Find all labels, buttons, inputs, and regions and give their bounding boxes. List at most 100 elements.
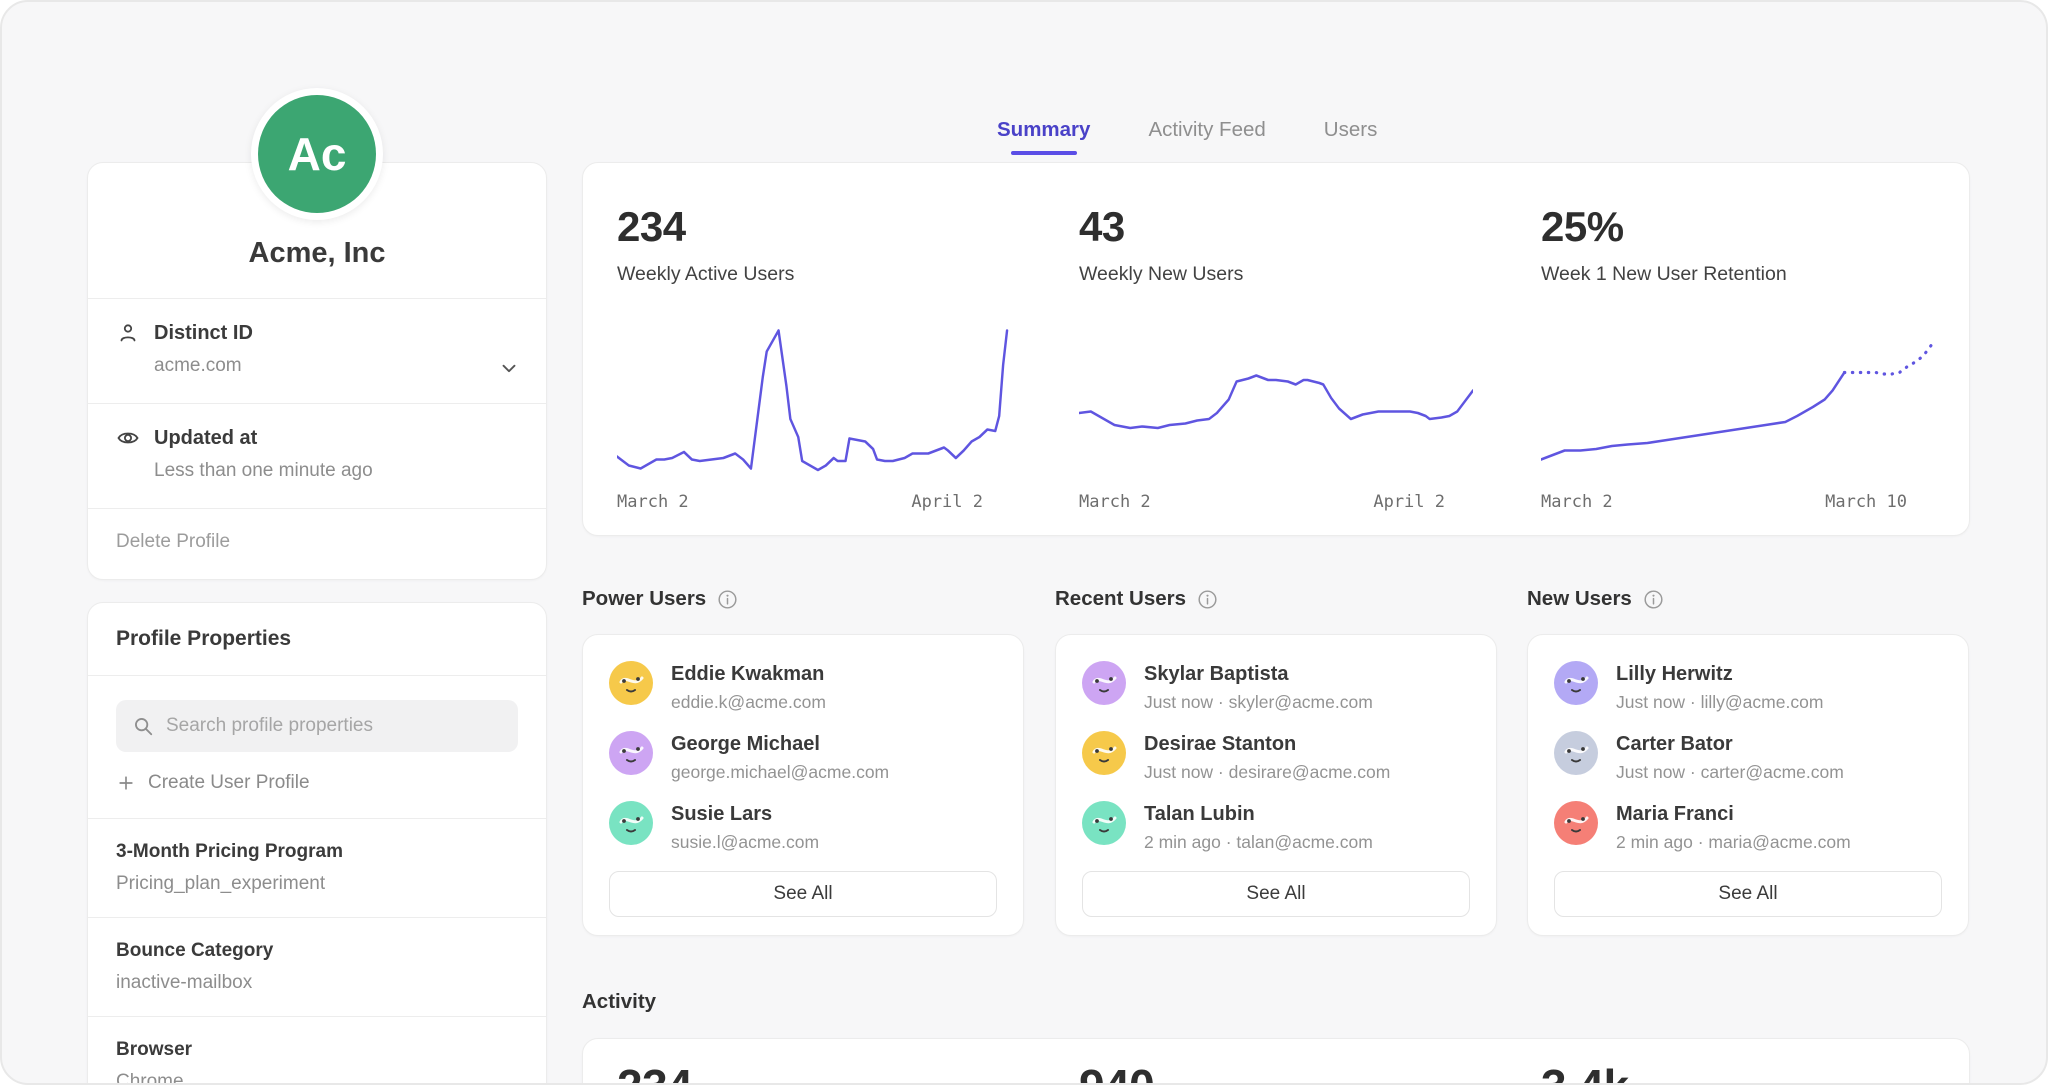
property-row-bounce-category[interactable]: Bounce Category inactive-mailbox	[88, 918, 546, 1016]
face-doodle-icon	[1082, 731, 1126, 775]
recent-users-header: Recent Users	[1055, 587, 1218, 611]
weekly-new-users-chart	[1079, 326, 1473, 476]
profile-properties-title: Profile Properties	[88, 603, 546, 675]
face-doodle-icon	[609, 731, 653, 775]
see-all-button[interactable]: See All	[1554, 871, 1942, 917]
stat-label: Weekly New Users	[1079, 263, 1473, 286]
user-row[interactable]: Carter Bator Just now · carter@acme.com	[1554, 731, 1942, 783]
tab-users[interactable]: Users	[1324, 118, 1378, 155]
user-subtext: Just now · desirare@acme.com	[1144, 762, 1390, 783]
delete-profile-button[interactable]: Delete Profile	[88, 509, 546, 579]
new-users-header: New Users	[1527, 587, 1664, 611]
face-doodle-icon	[1554, 661, 1598, 705]
search-profile-properties-input[interactable]: Search profile properties	[116, 700, 518, 752]
user-name: George Michael	[671, 731, 889, 756]
distinct-id-row[interactable]: Distinct ID acme.com	[88, 299, 546, 403]
company-avatar-circle: Ac	[258, 95, 376, 213]
activity-stat-col: 234	[583, 1059, 1045, 1085]
profile-properties-card: Profile Properties Search profile proper…	[87, 602, 547, 1085]
stat-weekly-active-users: 234 Weekly Active Users March 2 April 2	[583, 203, 1045, 535]
activity-stats-card: 234 940 3.4k	[582, 1038, 1970, 1085]
user-avatar	[1082, 801, 1126, 845]
create-user-profile-button[interactable]: Create User Profile	[116, 772, 518, 794]
face-doodle-icon	[1082, 661, 1126, 705]
face-doodle-icon	[609, 801, 653, 845]
user-avatar	[609, 731, 653, 775]
property-row-browser[interactable]: Browser Chrome	[88, 1017, 546, 1085]
axis-end-label: March 10	[1825, 492, 1907, 512]
user-name: Talan Lubin	[1144, 801, 1373, 826]
info-icon[interactable]	[717, 589, 738, 610]
stat-weekly-new-users: 43 Weekly New Users March 2 April 2	[1045, 203, 1507, 535]
user-row[interactable]: George Michael george.michael@acme.com	[609, 731, 997, 783]
user-name: Skylar Baptista	[1144, 661, 1373, 686]
user-avatar	[609, 661, 653, 705]
recent-users-card: Skylar Baptista Just now · skyler@acme.c…	[1055, 634, 1497, 936]
user-name: Maria Franci	[1616, 801, 1851, 826]
axis-end-label: April 2	[1373, 492, 1445, 512]
user-row[interactable]: Eddie Kwakman eddie.k@acme.com	[609, 661, 997, 713]
user-subtext: george.michael@acme.com	[671, 762, 889, 783]
user-subtext: Just now · carter@acme.com	[1616, 762, 1844, 783]
face-doodle-icon	[609, 661, 653, 705]
user-avatar	[1554, 731, 1598, 775]
user-row[interactable]: Lilly Herwitz Just now · lilly@acme.com	[1554, 661, 1942, 713]
user-avatar	[1554, 661, 1598, 705]
search-icon	[132, 715, 154, 737]
activity-stat-value: 3.4k	[1541, 1059, 1935, 1085]
user-avatar	[1082, 661, 1126, 705]
tab-activity-feed[interactable]: Activity Feed	[1148, 118, 1265, 155]
stat-label: Week 1 New User Retention	[1541, 263, 1935, 286]
user-name: Carter Bator	[1616, 731, 1844, 756]
user-name: Eddie Kwakman	[671, 661, 826, 686]
stat-value: 25%	[1541, 203, 1935, 251]
profile-card: Acme, Inc Distinct ID acme.com Updated a…	[87, 162, 547, 580]
chevron-down-icon[interactable]	[498, 357, 520, 379]
info-icon[interactable]	[1643, 589, 1664, 610]
info-icon[interactable]	[1197, 589, 1218, 610]
see-all-button[interactable]: See All	[1082, 871, 1470, 917]
property-value: inactive-mailbox	[116, 972, 518, 994]
distinct-id-label: Distinct ID	[154, 322, 253, 345]
create-user-profile-label: Create User Profile	[148, 772, 310, 794]
user-row[interactable]: Skylar Baptista Just now · skyler@acme.c…	[1082, 661, 1470, 713]
week1-retention-chart	[1541, 326, 1935, 476]
user-row[interactable]: Susie Lars susie.l@acme.com	[609, 801, 997, 853]
power-users-header: Power Users	[582, 587, 738, 611]
user-avatar	[609, 801, 653, 845]
see-all-button[interactable]: See All	[609, 871, 997, 917]
tab-summary[interactable]: Summary	[997, 118, 1090, 155]
distinct-id-value: acme.com	[154, 355, 518, 377]
activity-section-title: Activity	[582, 990, 656, 1014]
property-row-pricing-program[interactable]: 3-Month Pricing Program Pricing_plan_exp…	[88, 819, 546, 917]
user-avatar	[1082, 731, 1126, 775]
chart-x-axis: March 2 March 10	[1541, 492, 1935, 512]
user-subtext: eddie.k@acme.com	[671, 692, 826, 713]
face-doodle-icon	[1554, 801, 1598, 845]
stat-value: 234	[617, 203, 1011, 251]
user-row[interactable]: Talan Lubin 2 min ago · talan@acme.com	[1082, 801, 1470, 853]
user-subtext: Just now · lilly@acme.com	[1616, 692, 1823, 713]
app-window: Ac Acme, Inc Distinct ID acme.com	[0, 0, 2048, 1085]
chart-x-axis: March 2 April 2	[1079, 492, 1473, 512]
company-avatar-initials: Ac	[288, 127, 347, 181]
user-row[interactable]: Maria Franci 2 min ago · maria@acme.com	[1554, 801, 1942, 853]
axis-start-label: March 2	[1541, 492, 1613, 512]
summary-stats-card: 234 Weekly Active Users March 2 April 2 …	[582, 162, 1970, 536]
property-name: 3-Month Pricing Program	[116, 841, 518, 863]
activity-stat-col: 3.4k	[1507, 1059, 1969, 1085]
stat-label: Weekly Active Users	[617, 263, 1011, 286]
axis-end-label: April 2	[911, 492, 983, 512]
user-subtext: susie.l@acme.com	[671, 832, 819, 853]
user-row[interactable]: Desirae Stanton Just now · desirare@acme…	[1082, 731, 1470, 783]
updated-at-label: Updated at	[154, 427, 257, 450]
user-subtext: Just now · skyler@acme.com	[1144, 692, 1373, 713]
activity-stat-value: 940	[1079, 1059, 1473, 1085]
stat-value: 43	[1079, 203, 1473, 251]
new-users-card: Lilly Herwitz Just now · lilly@acme.com …	[1527, 634, 1969, 936]
weekly-active-users-chart	[617, 326, 1011, 476]
activity-stat-value: 234	[617, 1059, 1011, 1085]
profile-tabs: Summary Activity Feed Users	[997, 118, 1377, 155]
axis-start-label: March 2	[1079, 492, 1151, 512]
chart-x-axis: March 2 April 2	[617, 492, 1011, 512]
